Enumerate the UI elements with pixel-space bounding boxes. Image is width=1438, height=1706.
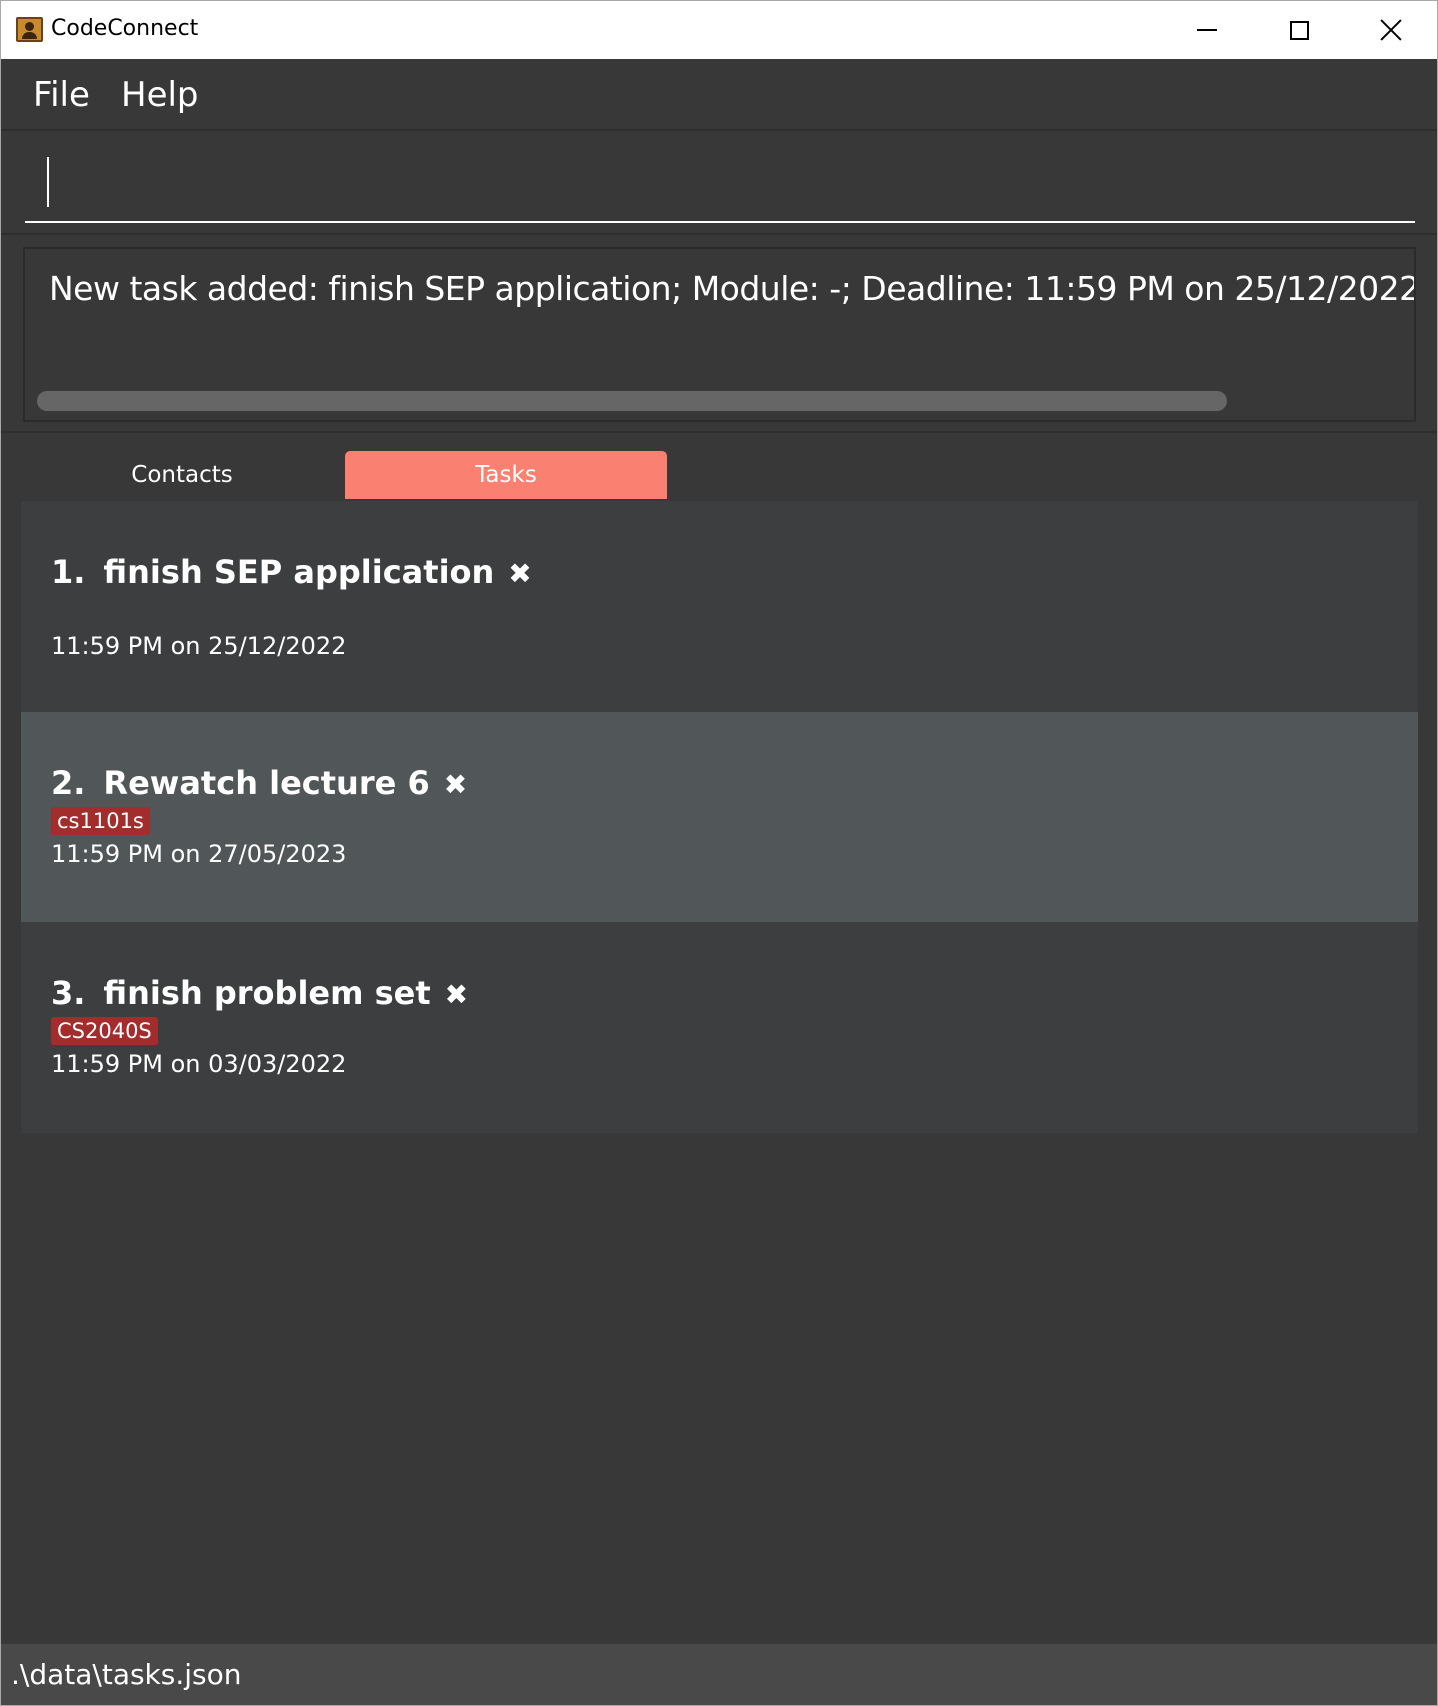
task-title: 3. finish problem set ✖: [51, 974, 468, 1012]
menu-file[interactable]: File: [33, 75, 90, 115]
menu-bar: File Help: [1, 59, 1437, 129]
close-button[interactable]: [1345, 1, 1437, 59]
tab-bar: Contacts Tasks: [21, 451, 1419, 501]
maximize-button[interactable]: [1253, 1, 1345, 59]
result-message: New task added: finish SEP application; …: [49, 269, 1416, 308]
tab-tasks[interactable]: Tasks: [345, 451, 667, 499]
cross-icon: ✖: [443, 768, 468, 801]
task-deadline: 11:59 PM on 25/12/2022: [51, 632, 347, 660]
app-window: CodeConnect File Help New task added: fi…: [0, 0, 1438, 1706]
task-card[interactable]: 3. finish problem set ✖ CS2040S 11:59 PM o…: [21, 922, 1418, 1133]
window-title: CodeConnect: [51, 16, 199, 41]
horizontal-scrollbar[interactable]: [37, 391, 1227, 411]
task-deadline: 11:59 PM on 03/03/2022: [51, 1050, 347, 1078]
task-card[interactable]: 1. finish SEP application ✖ 11:59 PM on 25…: [21, 501, 1418, 712]
tab-contacts[interactable]: Contacts: [21, 451, 343, 499]
menu-help[interactable]: Help: [121, 75, 199, 115]
task-index: 3.: [51, 974, 86, 1012]
command-pane: [1, 129, 1437, 231]
task-index: 2.: [51, 764, 86, 802]
text-caret: [47, 157, 49, 207]
cross-icon: ✖: [508, 557, 532, 590]
task-name: finish SEP application: [103, 553, 495, 591]
task-title: 1. finish SEP application ✖: [51, 553, 532, 591]
cross-icon: ✖: [444, 978, 469, 1011]
task-deadline: 11:59 PM on 27/05/2023: [51, 840, 347, 868]
task-card[interactable]: 2. Rewatch lecture 6 ✖ cs1101s 11:59 PM on…: [21, 712, 1418, 923]
task-title: 2. Rewatch lecture 6 ✖: [51, 764, 467, 802]
minimize-icon: [1197, 29, 1217, 31]
status-bar: .\data\tasks.json: [1, 1643, 1437, 1705]
result-pane: New task added: finish SEP application; …: [1, 233, 1437, 433]
result-display[interactable]: New task added: finish SEP application; …: [23, 247, 1416, 422]
address-book-icon: [16, 17, 43, 42]
command-input[interactable]: [25, 151, 1415, 223]
task-name: Rewatch lecture 6: [103, 764, 430, 802]
data-file-path: .\data\tasks.json: [11, 1658, 242, 1691]
task-list: 1. finish SEP application ✖ 11:59 PM on 25…: [21, 501, 1418, 1133]
maximize-icon: [1289, 20, 1309, 40]
minimize-button[interactable]: [1161, 1, 1253, 59]
task-index: 1.: [51, 553, 86, 591]
title-bar: CodeConnect: [1, 1, 1437, 59]
module-tag: CS2040S: [51, 1017, 158, 1045]
task-name: finish problem set: [103, 974, 431, 1012]
close-icon: [1380, 19, 1402, 41]
module-tag: cs1101s: [51, 807, 150, 835]
